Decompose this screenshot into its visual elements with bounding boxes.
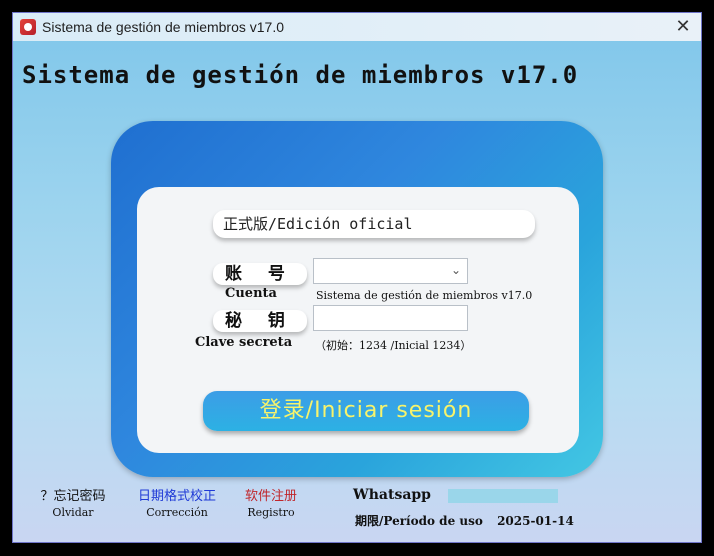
title-bar: Sistema de gestión de miembros v17.0 ✕ <box>13 13 701 41</box>
account-select[interactable]: ⌄ <box>313 258 468 284</box>
whatsapp-label: Whatsapp <box>353 487 431 503</box>
expiry-info: 期限/Período de uso 2025-01-14 <box>355 512 574 529</box>
page-title: Sistema de gestión de miembros v17.0 <box>22 61 579 89</box>
password-label-es: Clave secreta <box>195 335 293 350</box>
account-label-es: Cuenta <box>225 286 277 301</box>
expiry-label: 期限/Período de uso <box>355 514 483 528</box>
app-window: Sistema de gestión de miembros v17.0 ✕ S… <box>12 12 702 543</box>
register-label: 软件注册 <box>244 488 297 503</box>
date-correction-link[interactable]: 日期格式校正 Corrección <box>131 485 223 519</box>
forgot-password-label: ？忘记密码 <box>40 488 106 503</box>
close-button[interactable]: ✕ <box>671 15 695 39</box>
password-hint: （初始：1234 /Inicial 1234） <box>315 339 472 352</box>
window-title: Sistema de gestión de miembros v17.0 <box>42 19 285 35</box>
register-link[interactable]: 软件注册 Registro <box>237 485 305 519</box>
password-label: 秘 钥 <box>213 310 307 332</box>
whatsapp-number-redacted <box>448 489 558 503</box>
login-button[interactable]: 登录/Iniciar sesión <box>203 391 529 431</box>
forgot-password-label-es: Olvidar <box>52 506 94 519</box>
edition-badge: 正式版/Edición oficial <box>213 210 535 238</box>
date-correction-label-es: Corrección <box>146 506 208 519</box>
account-hint: Sistema de gestión de miembros v17.0 <box>316 289 533 302</box>
app-logo-icon <box>20 19 36 35</box>
account-label: 账 号 <box>213 263 307 285</box>
date-correction-label: 日期格式校正 <box>137 488 216 503</box>
register-label-es: Registro <box>247 506 295 519</box>
password-input[interactable] <box>313 305 468 331</box>
chevron-down-icon[interactable]: ⌄ <box>451 263 461 277</box>
expiry-date: 2025-01-14 <box>497 514 574 528</box>
forgot-password-link[interactable]: ？忘记密码 Olvidar <box>35 485 111 519</box>
